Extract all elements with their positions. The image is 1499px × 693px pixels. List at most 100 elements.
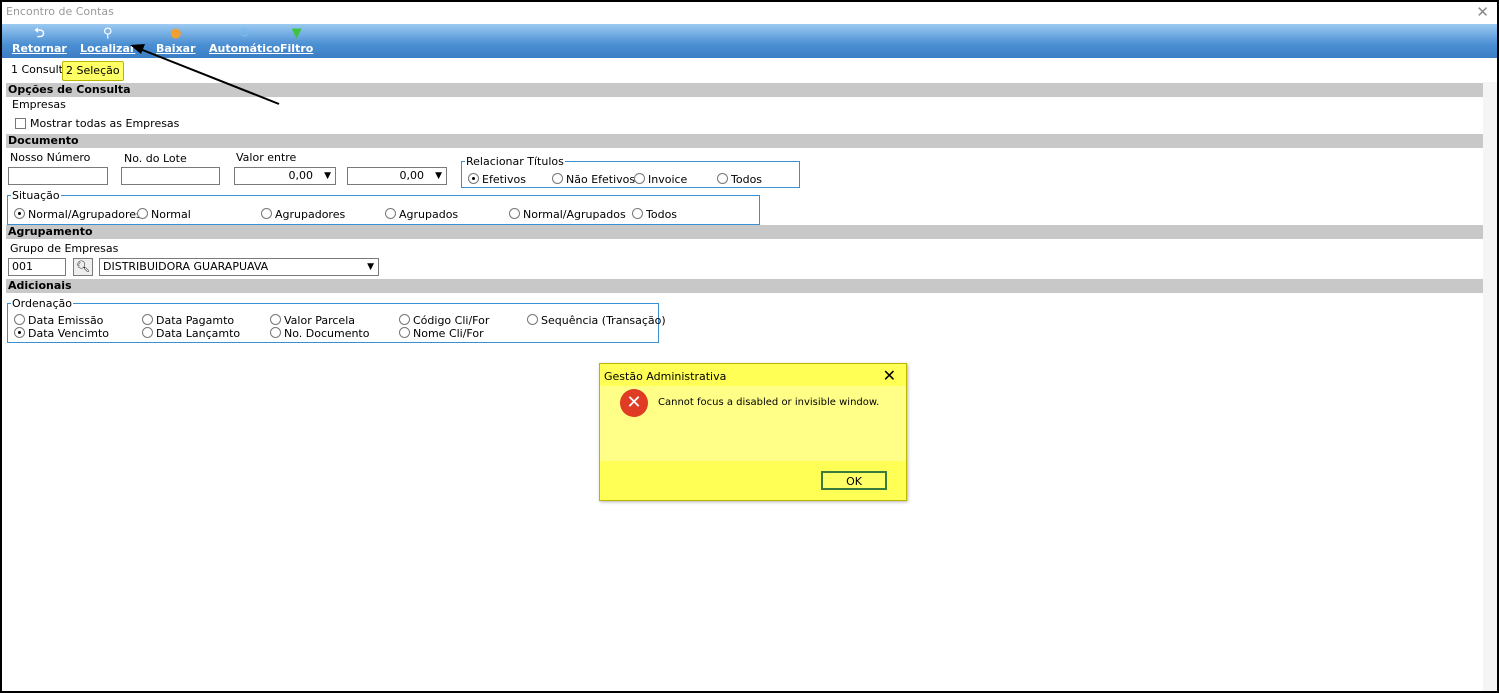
radio-nao-efetivos[interactable]: Não Efetivos — [552, 173, 635, 186]
situacao-label: Situação — [11, 189, 61, 202]
automatico-button[interactable]: ⚙ Automático — [209, 26, 280, 55]
window-title: Encontro de Contas — [6, 5, 114, 18]
annotation-arrow — [130, 44, 280, 105]
automatic-icon: ⚙ — [238, 26, 251, 41]
radio-dot — [14, 314, 25, 325]
window-close-icon[interactable]: ✕ — [1476, 3, 1489, 21]
radio-todos-situacao[interactable]: Todos — [632, 208, 677, 221]
user-icon: ● — [170, 26, 182, 41]
grupo-empresas-select[interactable]: DISTRIBUIDORA GUARAPUAVA ▼ — [99, 258, 379, 276]
dialog-message: Cannot focus a disabled or invisible win… — [658, 397, 880, 408]
chevron-down-icon[interactable]: ▼ — [435, 168, 442, 184]
chevron-down-icon[interactable]: ▼ — [367, 259, 374, 275]
radio-normal-agrupados[interactable]: Normal/Agrupados — [509, 208, 626, 221]
no-lote-label: No. do Lote — [124, 152, 187, 165]
mostrar-todas-label: Mostrar todas as Empresas — [30, 117, 180, 130]
mostrar-todas-checkbox[interactable] — [15, 118, 26, 129]
section-documento: Documento — [6, 134, 1483, 148]
radio-data-pagamto[interactable]: Data Pagamto — [142, 314, 234, 327]
localizar-button[interactable]: ⚲ Localizar — [80, 26, 135, 55]
radio-label: Código Cli/For — [413, 314, 490, 327]
filter-icon: ▼ — [291, 26, 302, 41]
baixar-button[interactable]: ● Baixar — [156, 26, 196, 55]
radio-todos-rel[interactable]: Todos — [717, 173, 762, 186]
radio-dot — [14, 327, 25, 338]
radio-dot — [399, 327, 410, 338]
filtro-label: Filtro — [280, 42, 314, 55]
radio-label: Normal — [151, 208, 191, 221]
grupo-name-value: DISTRIBUIDORA GUARAPUAVA — [103, 260, 269, 273]
chevron-down-icon[interactable]: ▼ — [324, 168, 331, 184]
radio-label: Normal/Agrupados — [523, 208, 626, 221]
valor-ate-input[interactable]: 0,00 ▼ — [347, 167, 447, 185]
radio-codigo-cli-for[interactable]: Código Cli/For — [399, 314, 489, 327]
vertical-scrollbar[interactable] — [1483, 82, 1497, 691]
radio-agrupados[interactable]: Agrupados — [385, 208, 458, 221]
ordenacao-label: Ordenação — [11, 297, 73, 310]
grupo-code-value: 001 — [12, 260, 33, 273]
radio-todos-rel-label: Todos — [731, 173, 763, 186]
radio-data-vencimto[interactable]: Data Vencimto — [14, 327, 109, 340]
ok-button[interactable]: OK — [821, 471, 887, 490]
radio-data-lancamto[interactable]: Data Lançamto — [142, 327, 240, 340]
radio-data-emissao[interactable]: Data Emissão — [14, 314, 103, 327]
search-icon: 🔍︎ — [76, 260, 90, 273]
radio-label: Agrupados — [399, 208, 459, 221]
radio-sequencia[interactable]: Sequência (Transação) — [527, 314, 666, 327]
localizar-label: Localizar — [80, 42, 136, 55]
radio-label: Normal/Agrupadores — [28, 208, 142, 221]
radio-dot — [142, 314, 153, 325]
toolbar: ⮌ Retornar ⚲ Localizar ● Baixar ⚙ Automá… — [2, 24, 1497, 58]
radio-normal[interactable]: Normal — [137, 208, 191, 221]
valor-de-value: 0,00 — [288, 169, 314, 182]
lookup-button[interactable]: 🔍︎ — [73, 258, 93, 276]
radio-invoice[interactable]: Invoice — [634, 173, 687, 186]
error-dialog: Gestão Administrativa ✕ ✕ Cannot focus a… — [599, 363, 907, 501]
radio-valor-parcela[interactable]: Valor Parcela — [270, 314, 355, 327]
empresas-label: Empresas — [12, 98, 66, 111]
radio-nome-cli-for[interactable]: Nome Cli/For — [399, 327, 484, 340]
grupo-code-input[interactable]: 001 — [8, 258, 66, 276]
section-agrupamento: Agrupamento — [6, 225, 1483, 239]
section-opcoes-consulta: Opções de Consulta — [6, 83, 1483, 97]
dialog-title: Gestão Administrativa — [604, 370, 727, 383]
radio-dot — [385, 208, 396, 219]
radio-dot — [14, 208, 25, 219]
valor-entre-label: Valor entre — [236, 151, 297, 164]
valor-ate-value: 0,00 — [399, 169, 425, 182]
return-icon: ⮌ — [34, 26, 45, 41]
radio-label: Data Emissão — [28, 314, 104, 327]
dialog-close-icon[interactable]: ✕ — [883, 366, 896, 385]
radio-normal-agrupadores[interactable]: Normal/Agrupadores — [14, 208, 142, 221]
search-icon: ⚲ — [102, 26, 113, 41]
radio-dot — [468, 173, 479, 184]
section-adicionais: Adicionais — [6, 279, 1483, 293]
tab-bar: 1 Consulta 2 Seleção — [2, 59, 1497, 82]
baixar-label: Baixar — [156, 42, 196, 55]
radio-nao-efetivos-label: Não Efetivos — [566, 173, 636, 186]
radio-label: No. Documento — [284, 327, 370, 340]
main-window: Encontro de Contas ✕ ⮌ Retornar ⚲ Locali… — [0, 0, 1499, 693]
radio-dot — [717, 173, 728, 184]
radio-agrupadores[interactable]: Agrupadores — [261, 208, 345, 221]
filtro-button[interactable]: ▼ Filtro — [280, 26, 313, 55]
error-icon: ✕ — [620, 389, 648, 417]
radio-label: Todos — [646, 208, 678, 221]
grupo-empresas-label: Grupo de Empresas — [10, 242, 119, 255]
valor-de-input[interactable]: 0,00 ▼ — [234, 167, 336, 185]
nosso-numero-input[interactable] — [8, 167, 108, 185]
radio-invoice-label: Invoice — [648, 173, 688, 186]
retornar-label: Retornar — [12, 42, 67, 55]
radio-label: Agrupadores — [275, 208, 346, 221]
radio-no-documento[interactable]: No. Documento — [270, 327, 369, 340]
radio-efetivos[interactable]: Efetivos — [468, 173, 526, 186]
retornar-button[interactable]: ⮌ Retornar — [12, 26, 67, 55]
radio-dot — [634, 173, 645, 184]
nosso-numero-label: Nosso Número — [10, 151, 91, 164]
title-bar: Encontro de Contas ✕ — [2, 2, 1497, 24]
no-lote-input[interactable] — [121, 167, 220, 185]
tab-selecao[interactable]: 2 Seleção — [62, 61, 124, 81]
radio-dot — [270, 314, 281, 325]
radio-dot — [270, 327, 281, 338]
radio-label: Data Pagamto — [156, 314, 235, 327]
